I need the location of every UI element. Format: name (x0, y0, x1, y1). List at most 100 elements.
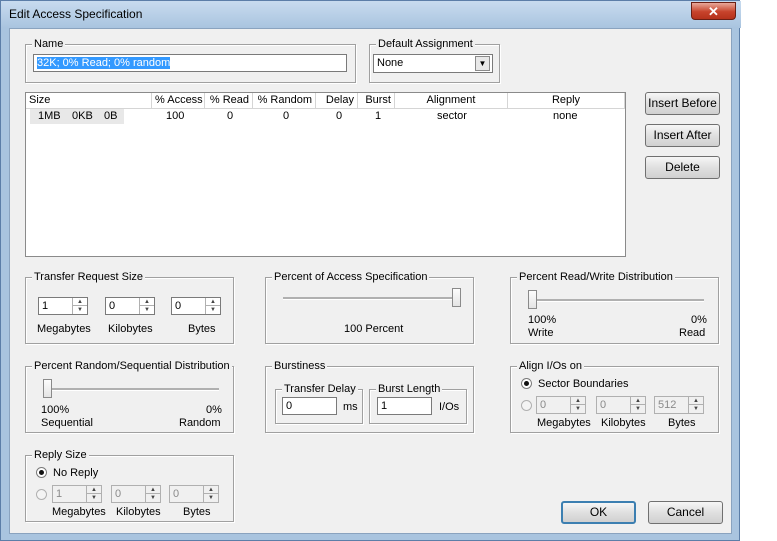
spin-up-icon[interactable]: ▲ (140, 298, 154, 306)
column-header-delay[interactable]: Delay (316, 93, 358, 108)
delete-button[interactable]: Delete (645, 156, 720, 179)
row-alignment: sector (437, 110, 467, 122)
read-write-slider-track[interactable] (528, 299, 704, 302)
close-button[interactable]: ✕ (691, 2, 736, 20)
access-spec-table[interactable]: Size % Access % Read % Random Delay Burs… (25, 92, 626, 257)
column-header-size[interactable]: Size (26, 93, 152, 108)
spin-up-icon[interactable]: ▲ (206, 298, 220, 306)
align-kb-spinner[interactable]: ▲ ▼ (630, 397, 645, 413)
row-size-kb: 0KB (72, 110, 93, 122)
reply-b-spinner[interactable]: ▲ ▼ (203, 486, 218, 502)
align-custom-radio[interactable] (521, 400, 532, 411)
burst-length-legend: Burst Length (376, 383, 443, 395)
no-reply-radio[interactable] (36, 467, 47, 478)
spin-up-icon[interactable]: ▲ (146, 486, 160, 494)
table-row[interactable]: 1MB 0KB 0B 100 0 0 0 1 sector none (26, 109, 625, 124)
transfer-size-legend: Transfer Request Size (32, 271, 146, 283)
read-write-legend: Percent Read/Write Distribution (517, 271, 675, 283)
transfer-b-spinner[interactable]: ▲ ▼ (205, 298, 220, 314)
percent-access-label: 100 Percent (344, 323, 404, 335)
reply-kb-value: 0 (115, 488, 122, 500)
spin-up-icon[interactable]: ▲ (689, 397, 703, 405)
read-write-right-label: Read (679, 327, 706, 339)
align-mb-value: 0 (540, 399, 547, 411)
dialog-client-area: Name 32K; 0% Read; 0% random Default Ass… (9, 28, 732, 534)
align-kb-value: 0 (600, 399, 607, 411)
spin-up-icon[interactable]: ▲ (571, 397, 585, 405)
percent-access-slider-thumb[interactable] (452, 288, 461, 307)
read-write-left-pct: 100% (528, 314, 557, 326)
spin-down-icon[interactable]: ▼ (146, 494, 160, 502)
insert-after-button[interactable]: Insert After (645, 124, 720, 147)
transfer-kb-label: Kilobytes (108, 323, 153, 335)
column-header-alignment[interactable]: Alignment (395, 93, 508, 108)
reply-kb-label: Kilobytes (116, 506, 161, 518)
name-group-legend: Name (32, 38, 66, 50)
ok-button[interactable]: OK (561, 501, 636, 524)
align-b-spinner[interactable]: ▲ ▼ (688, 397, 703, 413)
read-write-left-label: Write (528, 327, 554, 339)
transfer-kb-spinner[interactable]: ▲ ▼ (139, 298, 154, 314)
align-mb-label: Megabytes (537, 417, 591, 429)
cancel-button[interactable]: Cancel (648, 501, 723, 524)
spin-down-icon[interactable]: ▼ (571, 405, 585, 413)
spin-up-icon[interactable]: ▲ (87, 486, 101, 494)
column-header-burst[interactable]: Burst (358, 93, 395, 108)
random-seq-slider-thumb[interactable] (43, 379, 52, 398)
percent-access-legend: Percent of Access Specification (272, 271, 430, 283)
transfer-delay-input[interactable]: 0 (282, 397, 337, 415)
row-size-b: 0B (104, 110, 118, 122)
transfer-mb-label: Megabytes (37, 323, 91, 335)
reply-mb-spinner[interactable]: ▲ ▼ (86, 486, 101, 502)
name-input[interactable]: 32K; 0% Read; 0% random (33, 54, 347, 72)
title-bar[interactable]: Edit Access Specification ✕ (1, 1, 741, 28)
spin-down-icon[interactable]: ▼ (73, 306, 87, 314)
transfer-mb-value: 1 (42, 300, 49, 312)
default-assignment-legend: Default Assignment (376, 38, 475, 50)
spin-down-icon[interactable]: ▼ (87, 494, 101, 502)
reply-kb-spinner[interactable]: ▲ ▼ (145, 486, 160, 502)
align-mb-spinner[interactable]: ▲ ▼ (570, 397, 585, 413)
random-seq-right-pct: 0% (206, 404, 222, 416)
column-header-reply[interactable]: Reply (508, 93, 625, 108)
random-seq-left-pct: 100% (41, 404, 70, 416)
dropdown-arrow-icon[interactable]: ▼ (475, 56, 490, 71)
burst-length-value: 1 (381, 400, 388, 412)
align-sector-label: Sector Boundaries (538, 378, 629, 390)
transfer-b-value: 0 (175, 300, 182, 312)
burst-length-unit: I/Os (439, 401, 460, 413)
reply-b-label: Bytes (183, 506, 211, 518)
transfer-mb-spinner[interactable]: ▲ ▼ (72, 298, 87, 314)
row-burst: 1 (375, 110, 382, 122)
align-legend: Align I/Os on (517, 360, 584, 372)
column-header-access[interactable]: % Access (152, 93, 205, 108)
burst-length-input[interactable]: 1 (377, 397, 432, 415)
row-size-mb: 1MB (38, 110, 61, 122)
spin-up-icon[interactable]: ▲ (204, 486, 218, 494)
spin-down-icon[interactable]: ▼ (140, 306, 154, 314)
align-sector-radio[interactable] (521, 378, 532, 389)
transfer-b-label: Bytes (188, 323, 216, 335)
spin-up-icon[interactable]: ▲ (631, 397, 645, 405)
column-header-read[interactable]: % Read (205, 93, 253, 108)
spin-down-icon[interactable]: ▼ (689, 405, 703, 413)
transfer-delay-value: 0 (286, 400, 293, 412)
reply-b-value: 0 (173, 488, 180, 500)
align-b-label: Bytes (668, 417, 696, 429)
reply-size-legend: Reply Size (32, 449, 89, 461)
row-delay: 0 (336, 110, 343, 122)
random-seq-slider-track[interactable] (43, 388, 219, 391)
reply-custom-radio[interactable] (36, 489, 47, 500)
column-header-random[interactable]: % Random (253, 93, 316, 108)
read-write-right-pct: 0% (691, 314, 707, 326)
burstiness-legend: Burstiness (272, 360, 328, 372)
insert-before-button[interactable]: Insert Before (645, 92, 720, 115)
row-access: 100 (166, 110, 185, 122)
spin-down-icon[interactable]: ▼ (204, 494, 218, 502)
spin-up-icon[interactable]: ▲ (73, 298, 87, 306)
spin-down-icon[interactable]: ▼ (206, 306, 220, 314)
read-write-slider-thumb[interactable] (528, 290, 537, 309)
random-seq-left-label: Sequential (41, 417, 93, 429)
spin-down-icon[interactable]: ▼ (631, 405, 645, 413)
percent-access-slider-track[interactable] (283, 297, 461, 300)
